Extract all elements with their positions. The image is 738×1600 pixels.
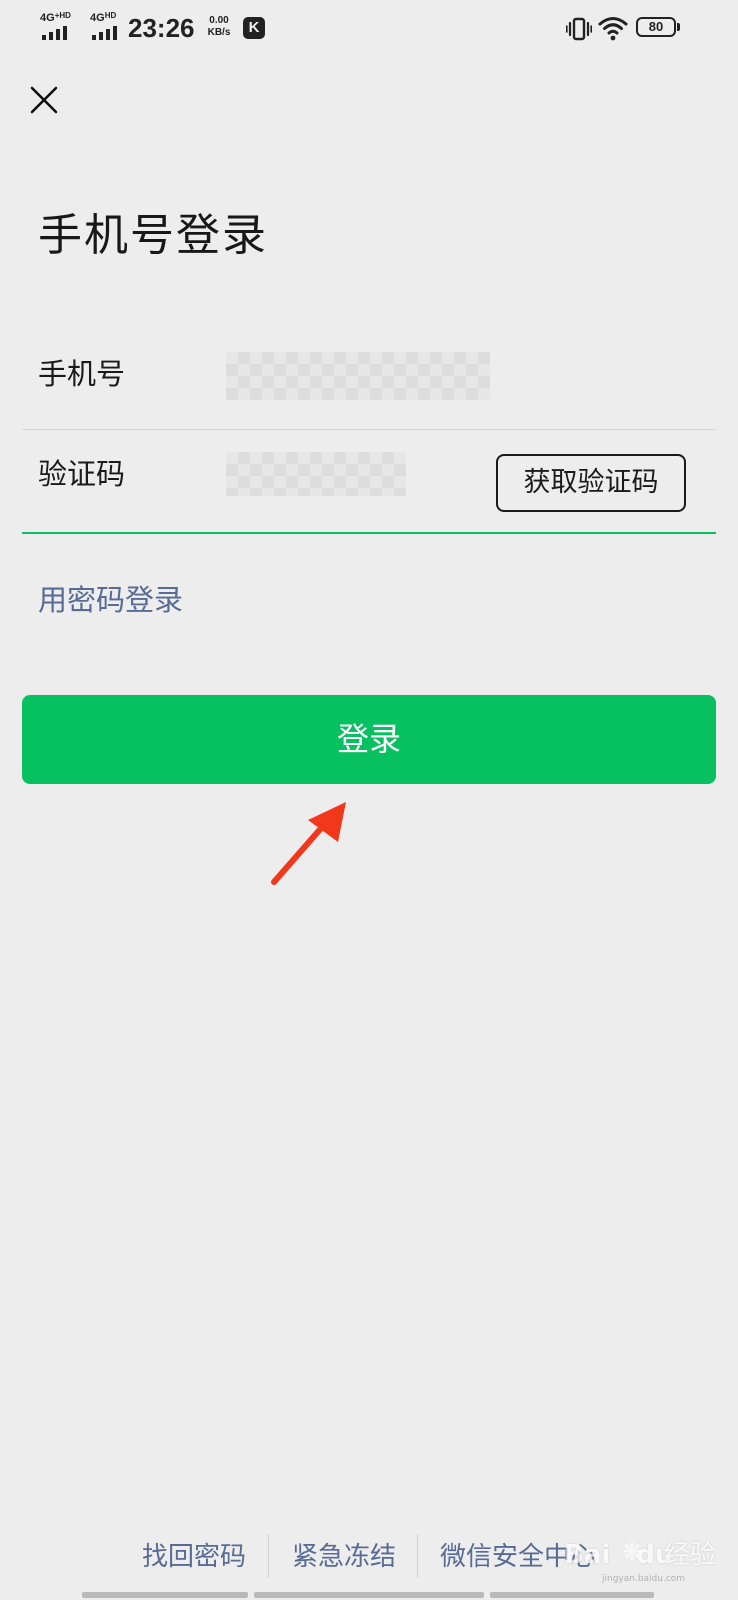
status-clock: 23:26	[128, 13, 195, 43]
net-speed: 0.00 KB/s	[204, 15, 234, 39]
annotation-arrow-icon	[271, 802, 346, 885]
sim2-signal-icon: 4GHD	[90, 12, 130, 42]
footer-link-security-center[interactable]: 微信安全中心	[440, 1540, 596, 1574]
sim2-network-super: HD	[104, 11, 117, 20]
vibrate-icon	[566, 17, 592, 41]
code-label: 验证码	[38, 457, 126, 491]
close-icon[interactable]	[24, 80, 64, 120]
code-input[interactable]	[226, 452, 406, 496]
footer-divider	[268, 1534, 269, 1578]
phone-input[interactable]	[226, 352, 490, 400]
net-speed-unit: KB/s	[207, 27, 231, 38]
sim1-signal-icon: 4G+HD	[40, 12, 80, 42]
footer-divider	[417, 1534, 418, 1578]
password-login-link[interactable]: 用密码登录	[38, 582, 183, 618]
phone-field-divider	[22, 429, 716, 430]
sim1-network-label: 4G	[40, 12, 55, 24]
phone-label: 手机号	[38, 357, 126, 391]
battery-icon: 80	[636, 17, 680, 39]
battery-level: 80	[648, 19, 664, 34]
code-field-divider-active	[22, 532, 716, 534]
net-speed-value: 0.00	[209, 15, 229, 26]
footer-links: 找回密码 紧急冻结 微信安全中心	[0, 1532, 738, 1582]
wifi-icon	[598, 17, 628, 41]
page-title: 手机号登录	[38, 210, 268, 261]
get-code-button[interactable]: 获取验证码	[496, 454, 686, 512]
bottom-edge-bars	[0, 1592, 738, 1600]
k-app-icon: K	[243, 17, 265, 39]
status-bar: 4G+HD 4GHD 23:26 0.00 KB/s K 80	[0, 0, 738, 58]
sim2-network-label: 4G	[90, 12, 105, 24]
footer-link-emergency-freeze[interactable]: 紧急冻结	[292, 1540, 396, 1574]
footer-link-recover-password[interactable]: 找回密码	[142, 1540, 246, 1574]
sim1-network-super: +HD	[54, 11, 71, 20]
login-button[interactable]: 登录	[22, 695, 716, 784]
